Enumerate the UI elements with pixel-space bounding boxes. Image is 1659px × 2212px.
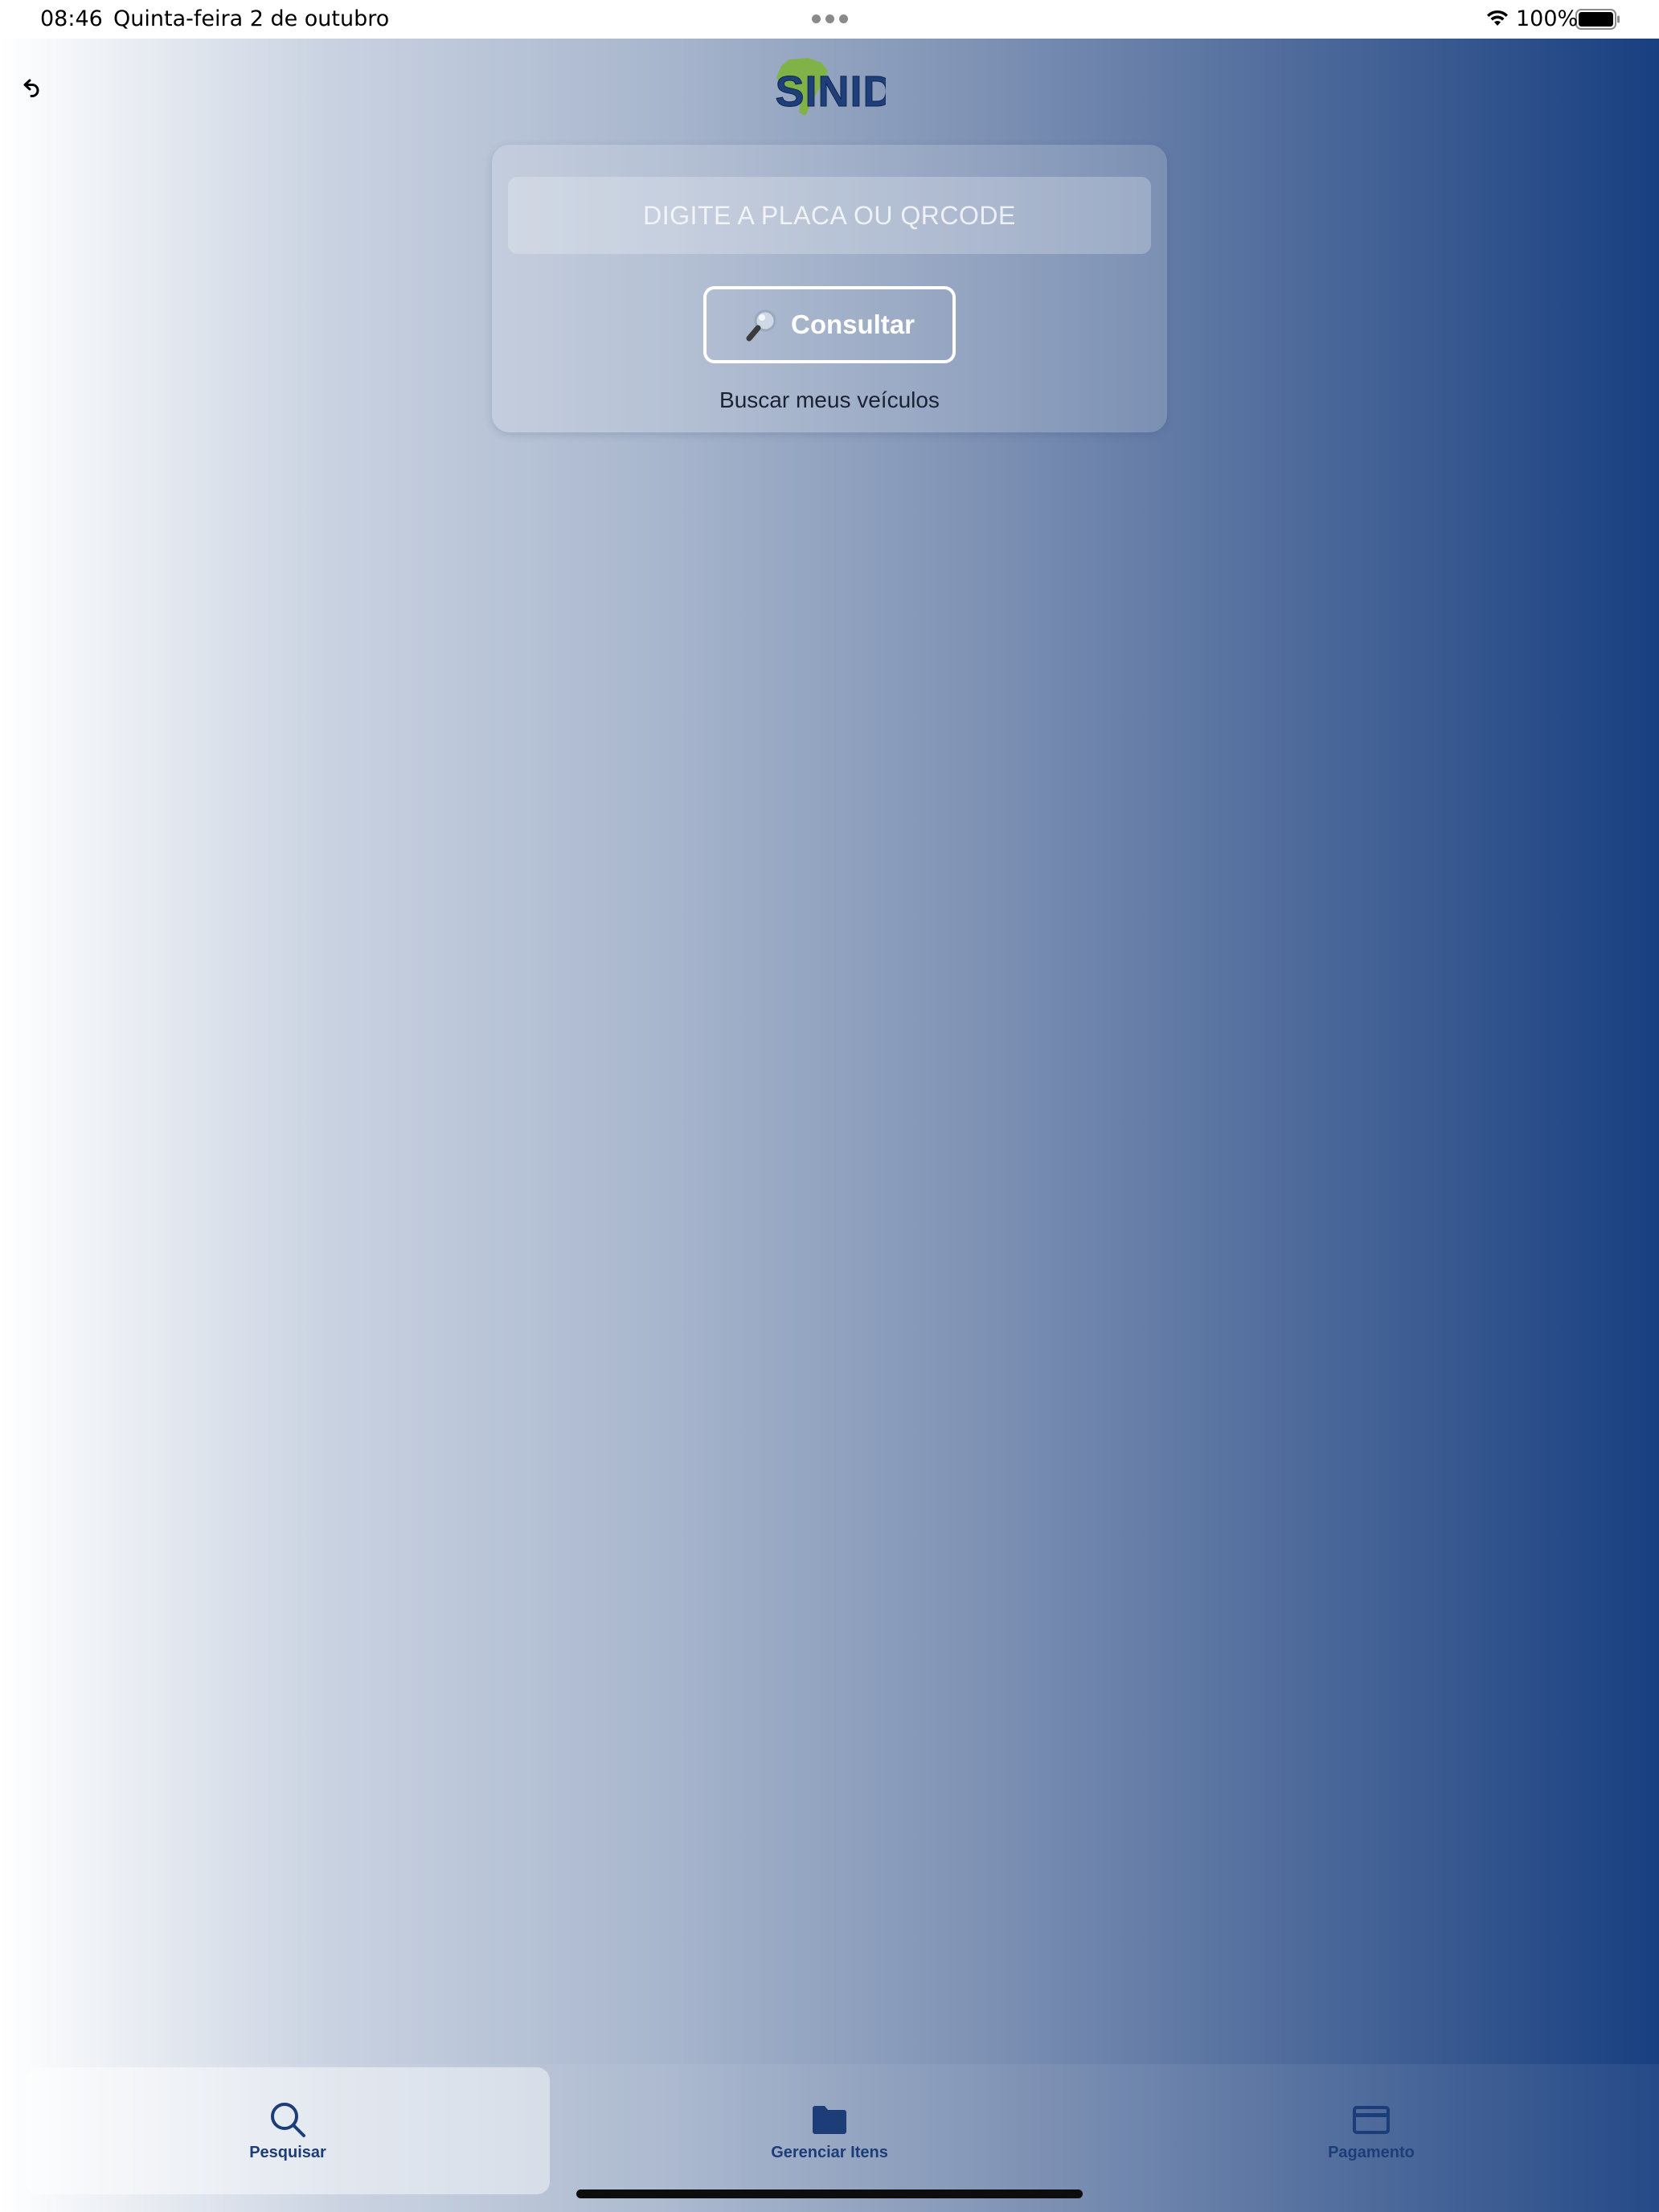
battery-full-icon	[1575, 9, 1620, 30]
multitasking-dots-icon[interactable]	[812, 14, 848, 23]
logo-text: SINID	[775, 68, 886, 116]
tab-label: Gerenciar Itens	[771, 2143, 888, 2161]
home-indicator[interactable]	[576, 2189, 1083, 2198]
tab-pagamento[interactable]: Pagamento	[1109, 2067, 1633, 2194]
consult-label: Consultar	[790, 309, 915, 339]
sinid-logo: SINID	[775, 58, 886, 117]
back-button[interactable]	[16, 72, 48, 104]
battery-percentage: 100%	[1516, 6, 1579, 31]
status-bar: 08:46 Quinta-feira 2 de outubro 100%	[0, 0, 1659, 39]
undo-arrow-icon	[23, 79, 39, 97]
consult-button[interactable]: Consultar	[703, 286, 956, 363]
folder-icon	[813, 2105, 846, 2134]
tab-label: Pagamento	[1328, 2143, 1415, 2161]
tab-gerenciar-itens[interactable]: Gerenciar Itens	[567, 2067, 1092, 2194]
search-card: Consultar Buscar meus veículos	[492, 145, 1167, 432]
status-time: 08:46	[40, 6, 103, 31]
wifi-icon	[1487, 10, 1508, 26]
tab-label: Pesquisar	[249, 2143, 326, 2161]
status-date: Quinta-feira 2 de outubro	[113, 6, 390, 31]
credit-card-icon	[1353, 2105, 1390, 2134]
my-vehicles-link[interactable]: Buscar meus veículos	[492, 387, 1167, 413]
tab-pesquisar[interactable]: Pesquisar	[26, 2067, 550, 2194]
magnifying-glass-icon	[746, 309, 776, 342]
search-icon	[271, 2102, 305, 2137]
plate-qrcode-input[interactable]	[508, 177, 1151, 254]
